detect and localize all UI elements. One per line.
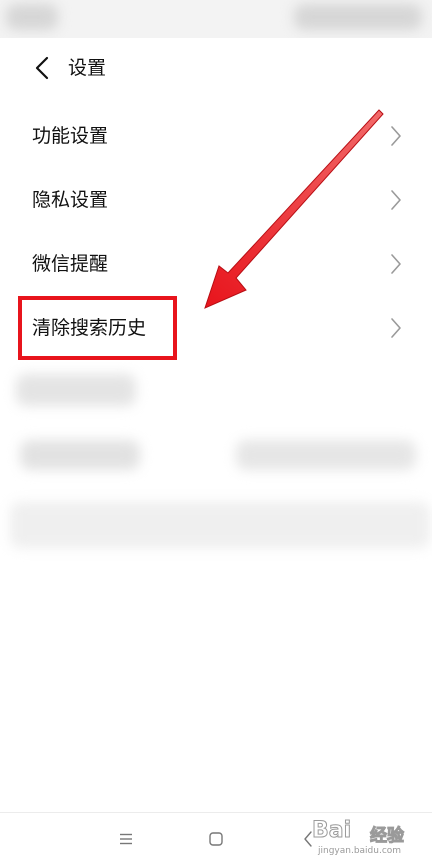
watermark: Bai 经验 jingyan.baidu.com (311, 818, 422, 860)
chevron-right-icon (391, 254, 401, 274)
chevron-right-icon (391, 190, 401, 210)
menu-item-label: 功能设置 (32, 125, 109, 147)
nav-home-button[interactable] (200, 823, 232, 855)
status-bar (0, 0, 432, 38)
menu-item-function-settings[interactable]: 功能设置 (0, 104, 432, 168)
menu-item-privacy-settings[interactable]: 隐私设置 (0, 168, 432, 232)
header: 设置 (0, 38, 432, 98)
chevron-left-icon (35, 56, 49, 80)
menu-item-wechat-reminder[interactable]: 微信提醒 (0, 232, 432, 296)
blurred-content-area (0, 362, 432, 562)
chevron-right-icon (391, 318, 401, 338)
back-button[interactable] (26, 52, 58, 84)
menu-item-label: 微信提醒 (32, 253, 109, 275)
chevron-right-icon (391, 126, 401, 146)
watermark-logo: Bai (311, 818, 352, 844)
menu-item-label: 清除搜索历史 (32, 317, 147, 339)
watermark-url: jingyan.baidu.com (318, 846, 402, 856)
status-bar-left-blur (6, 4, 58, 30)
blurred-row-1 (16, 374, 136, 406)
square-home-icon (209, 832, 223, 846)
blurred-row-3 (10, 502, 430, 548)
menu-item-label: 隐私设置 (32, 189, 109, 211)
blurred-row-2-left (20, 440, 140, 470)
nav-menu-button[interactable] (110, 823, 142, 855)
settings-menu-list: 功能设置 隐私设置 微信提醒 清除搜索历史 (0, 104, 432, 360)
page-title: 设置 (68, 57, 107, 79)
blurred-row-2-right (236, 440, 416, 470)
status-bar-right-blur (294, 4, 422, 30)
menu-icon (120, 833, 132, 845)
menu-item-clear-search-history[interactable]: 清除搜索历史 (0, 296, 432, 360)
watermark-sub: 经验 (370, 826, 405, 847)
